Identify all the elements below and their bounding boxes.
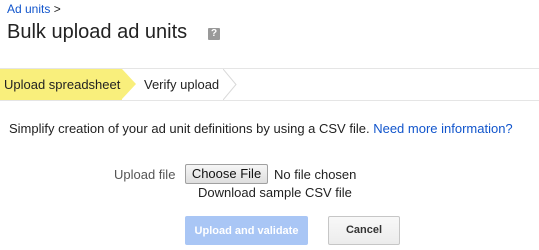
- breadcrumb-link-ad-units[interactable]: Ad units: [7, 2, 50, 16]
- no-file-chosen-text: No file chosen: [274, 167, 357, 182]
- intro-text: Simplify creation of your ad unit defini…: [9, 121, 513, 136]
- upload-and-validate-button[interactable]: Upload and validate: [185, 216, 308, 245]
- step-chevron-icon: [223, 69, 237, 100]
- help-icon[interactable]: ?: [208, 28, 220, 40]
- choose-file-button[interactable]: Choose File: [185, 164, 268, 184]
- upload-file-label: Upload file: [114, 167, 176, 182]
- step-active-arrow: [122, 69, 136, 99]
- need-more-information-link[interactable]: Need more information?: [373, 121, 512, 136]
- step-verify-upload-label: Verify upload: [144, 77, 220, 92]
- step-upload-spreadsheet-label: Upload spreadsheet: [4, 77, 121, 92]
- intro-description: Simplify creation of your ad unit defini…: [9, 121, 370, 136]
- step-upload-spreadsheet: Upload spreadsheet: [0, 69, 122, 100]
- page-title: Bulk upload ad units: [7, 21, 188, 43]
- breadcrumb: Ad units >: [7, 2, 61, 16]
- cancel-button[interactable]: Cancel: [328, 216, 400, 245]
- stepper-bottom-divider: [0, 100, 539, 101]
- stepper: Upload spreadsheet Verify upload: [0, 69, 539, 100]
- download-sample-csv-link[interactable]: Download sample CSV file: [198, 185, 352, 200]
- breadcrumb-separator: >: [53, 2, 61, 16]
